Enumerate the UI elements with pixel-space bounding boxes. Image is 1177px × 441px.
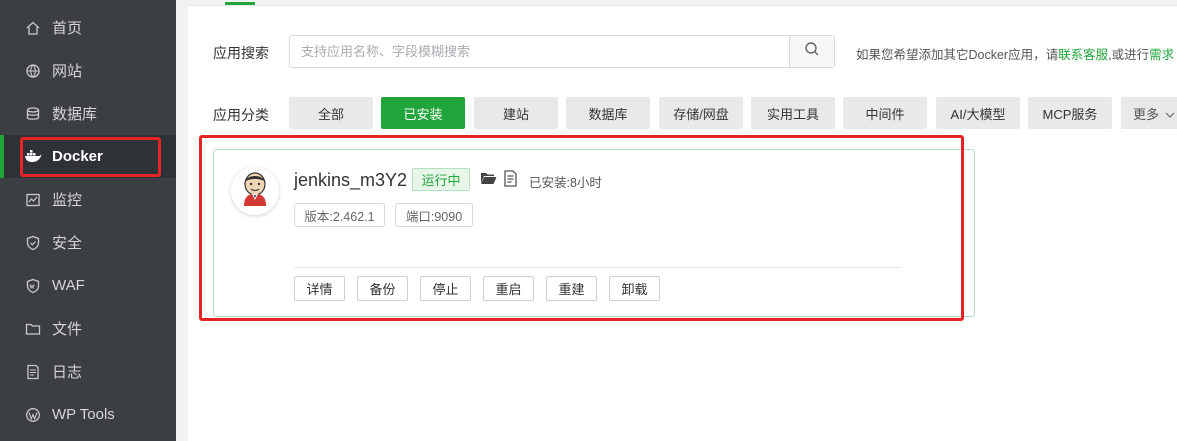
app-name: jenkins_m3Y2 (294, 170, 408, 190)
card-divider (294, 267, 902, 268)
sidebar-item-label: 文件 (52, 321, 83, 338)
log-file-icon[interactable] (503, 170, 518, 192)
backup-button[interactable]: 备份 (357, 276, 408, 301)
sidebar-item-security[interactable]: 安全 (0, 221, 176, 264)
category-more[interactable]: 更多 (1121, 97, 1177, 129)
waf-shield-icon (24, 277, 42, 295)
search-button[interactable] (789, 36, 834, 67)
category-installed[interactable]: 已安装 (381, 97, 465, 129)
hint-text: 如果您希望添加其它Docker应用，请 (856, 48, 1059, 62)
globe-icon (24, 62, 42, 80)
sidebar-item-home[interactable]: 首页 (0, 6, 176, 49)
sidebar-item-label: 网站 (52, 63, 83, 80)
status-badge: 运行中 (412, 168, 470, 191)
active-indicator (0, 135, 4, 178)
highlight-box-docker (20, 137, 161, 177)
sidebar-item-logs[interactable]: 日志 (0, 350, 176, 393)
category-database[interactable]: 数据库 (566, 97, 650, 129)
sidebar-item-label: 数据库 (52, 106, 98, 123)
home-icon (24, 19, 42, 37)
add-app-hint: 如果您希望添加其它Docker应用，请联系客服,或进行需求 (856, 44, 1174, 63)
search-icon (804, 41, 820, 62)
sidebar: 首页 网站 数据库 Docker 监控 安全 WAF 文件 日志 WP Tool… (0, 0, 176, 441)
uninstall-button[interactable]: 卸载 (609, 276, 660, 301)
details-button[interactable]: 详情 (294, 276, 345, 301)
category-middleware[interactable]: 中间件 (843, 97, 927, 129)
sidebar-item-waf[interactable]: WAF (0, 264, 176, 307)
category-tools[interactable]: 实用工具 (751, 97, 835, 129)
sidebar-item-label: 首页 (52, 20, 83, 37)
sidebar-item-monitor[interactable]: 监控 (0, 178, 176, 221)
sidebar-item-label: 安全 (52, 235, 83, 252)
category-website[interactable]: 建站 (474, 97, 558, 129)
installed-time: 已安装:8小时 (529, 176, 602, 190)
category-all[interactable]: 全部 (289, 97, 373, 129)
folder-icon (24, 320, 42, 338)
version-tag: 版本:2.462.1 (294, 203, 385, 227)
sidebar-item-website[interactable]: 网站 (0, 49, 176, 92)
folder-open-icon[interactable] (480, 171, 497, 190)
jenkins-logo-icon (238, 170, 272, 213)
restart-button[interactable]: 重启 (483, 276, 534, 301)
category-label: 应用分类 (213, 107, 269, 123)
stop-button[interactable]: 停止 (420, 276, 471, 301)
shield-icon (24, 234, 42, 252)
request-link[interactable]: 需求 (1149, 48, 1174, 62)
sidebar-item-label: WP Tools (52, 406, 115, 423)
search-box (289, 35, 835, 68)
sidebar-item-label: WAF (52, 277, 85, 294)
sidebar-item-files[interactable]: 文件 (0, 307, 176, 350)
search-input[interactable] (290, 36, 789, 67)
tab-strip (188, 0, 1177, 6)
wordpress-icon (24, 406, 42, 424)
sidebar-item-database[interactable]: 数据库 (0, 92, 176, 135)
search-label: 应用搜索 (213, 45, 269, 61)
monitor-icon (24, 191, 42, 209)
hint-text-mid: ,或进行 (1108, 48, 1150, 62)
active-tab-underline (225, 2, 255, 5)
category-more-label: 更多 (1133, 106, 1160, 122)
category-mcp[interactable]: MCP服务 (1028, 97, 1112, 129)
contact-support-link[interactable]: 联系客服 (1058, 48, 1108, 62)
chevron-down-icon (1165, 106, 1175, 121)
log-icon (24, 363, 42, 381)
category-ai[interactable]: AI/大模型 (936, 97, 1020, 129)
sidebar-item-label: 监控 (52, 192, 83, 209)
database-icon (24, 105, 42, 123)
port-tag: 端口:9090 (395, 203, 473, 227)
rebuild-button[interactable]: 重建 (546, 276, 597, 301)
sidebar-item-wp-tools[interactable]: WP Tools (0, 393, 176, 436)
category-storage[interactable]: 存储/网盘 (659, 97, 743, 129)
app-avatar (231, 167, 279, 215)
sidebar-item-label: 日志 (52, 364, 83, 381)
